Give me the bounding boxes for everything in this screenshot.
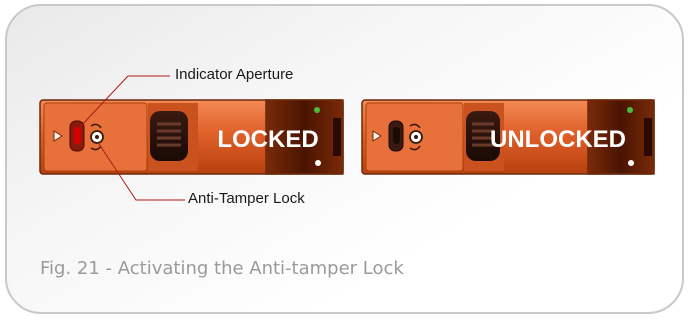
locked-drive-panel: LOCKED <box>39 99 344 175</box>
unlocked-status-text: UNLOCKED <box>490 126 626 153</box>
locked-status-text: LOCKED <box>217 126 318 153</box>
indicator-aperture-red-icon <box>74 127 81 144</box>
anti-tamper-lock-label: Anti-Tamper Lock <box>188 190 305 207</box>
indicator-aperture-label: Indicator Aperture <box>175 66 294 83</box>
vent-grille <box>150 111 188 161</box>
unlocked-drive-panel: UNLOCKED <box>361 99 655 175</box>
indicator-aperture-dark-icon <box>393 127 400 144</box>
figure-caption: Fig. 21 - Activating the Anti-tamper Loc… <box>40 258 404 279</box>
